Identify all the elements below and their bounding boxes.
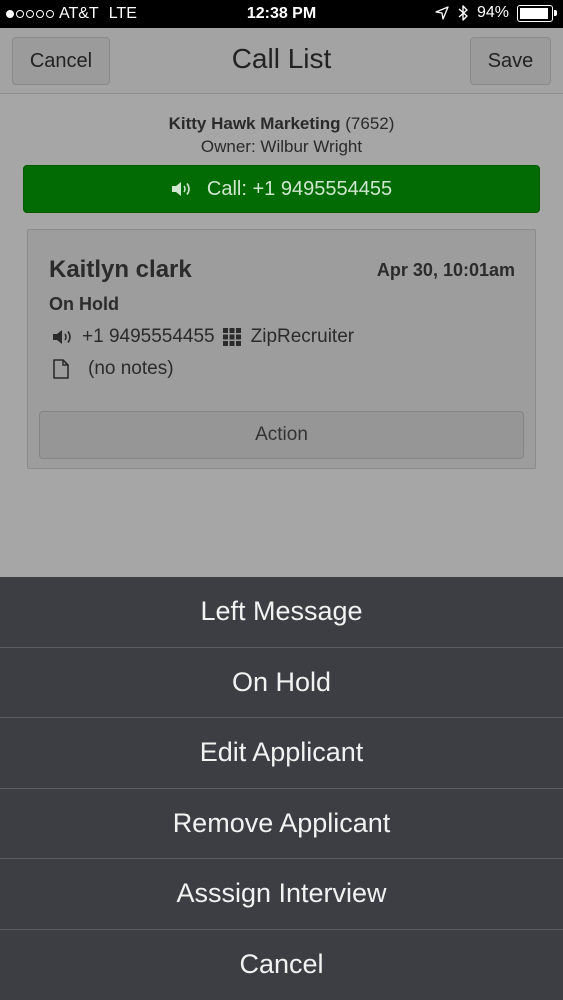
navigation-bar: Cancel Call List Save	[0, 28, 563, 94]
applicant-notes-row: (no notes)	[52, 358, 174, 380]
call-button[interactable]: Call: +1 9495554455	[23, 165, 540, 213]
grid-icon	[222, 328, 241, 346]
company-name: Kitty Hawk Marketing	[168, 114, 341, 133]
speaker-icon	[171, 182, 190, 196]
edit-applicant-option[interactable]: Edit Applicant	[0, 718, 563, 789]
applicant-name: Kaitlyn clark	[49, 256, 192, 283]
applicant-contact-row: +1 9495554455 ZipRecruiter	[52, 326, 354, 348]
company-owner: Owner: Wilbur Wright	[200, 137, 363, 156]
assign-interview-option[interactable]: Asssign Interview	[0, 859, 563, 930]
applicant-card: Kaitlyn clark Apr 30, 10:01am On Hold +1…	[27, 229, 536, 469]
document-icon	[53, 359, 69, 379]
battery-percent: 94%	[476, 4, 509, 21]
applicant-phone[interactable]: +1 9495554455	[82, 326, 215, 348]
applicant-date: Apr 30, 10:01am	[376, 260, 515, 280]
bluetooth-icon	[458, 5, 468, 21]
status-right: 94%	[435, 4, 557, 22]
applicant-status: On Hold	[49, 294, 119, 314]
speaker-icon	[53, 330, 71, 344]
company-info: Kitty Hawk Marketing (7652) Owner: Wilbu…	[0, 112, 563, 158]
remove-applicant-option[interactable]: Remove Applicant	[0, 789, 563, 859]
applicant-source: ZipRecruiter	[250, 326, 355, 347]
location-arrow-icon	[435, 6, 449, 20]
action-sheet: Left Message On Hold Edit Applicant Remo…	[0, 577, 563, 1000]
status-bar: AT&T LTE 12:38 PM 94%	[0, 0, 563, 28]
cancel-option[interactable]: Cancel	[0, 930, 563, 1000]
company-code: (7652)	[345, 114, 395, 133]
battery-icon	[517, 4, 557, 22]
call-button-label: Call: +1 9495554455	[206, 177, 393, 200]
left-message-option[interactable]: Left Message	[0, 577, 563, 648]
applicant-notes: (no notes)	[88, 358, 174, 379]
save-button[interactable]: Save	[470, 37, 551, 85]
on-hold-option[interactable]: On Hold	[0, 648, 563, 718]
action-button[interactable]: Action	[39, 411, 524, 459]
